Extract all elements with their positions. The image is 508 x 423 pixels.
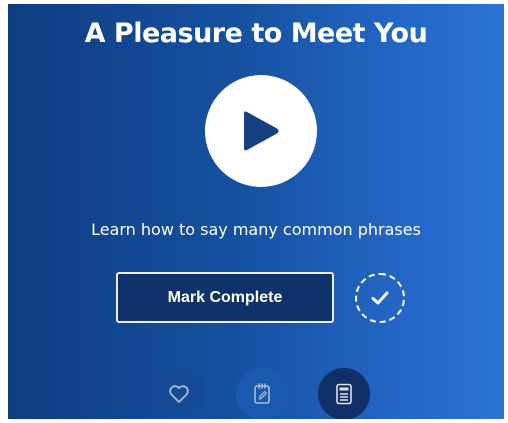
notes-button[interactable] [236, 368, 288, 419]
play-icon [244, 111, 279, 151]
play-button[interactable] [205, 75, 317, 187]
lesson-title: A Pleasure to Meet You [84, 18, 428, 49]
mark-complete-button[interactable]: Mark Complete [116, 272, 334, 323]
lesson-description: Learn how to say many common phrases [91, 220, 421, 239]
pdf-button[interactable] [318, 368, 370, 419]
notepad-pencil-icon [254, 383, 270, 404]
lesson-card: A Pleasure to Meet You Learn how to say … [8, 4, 504, 419]
pdf-document-icon [336, 383, 352, 405]
favorite-button[interactable] [153, 368, 205, 419]
checkmark-icon [371, 291, 389, 305]
complete-check-button[interactable] [355, 273, 405, 323]
heart-icon [169, 385, 189, 403]
